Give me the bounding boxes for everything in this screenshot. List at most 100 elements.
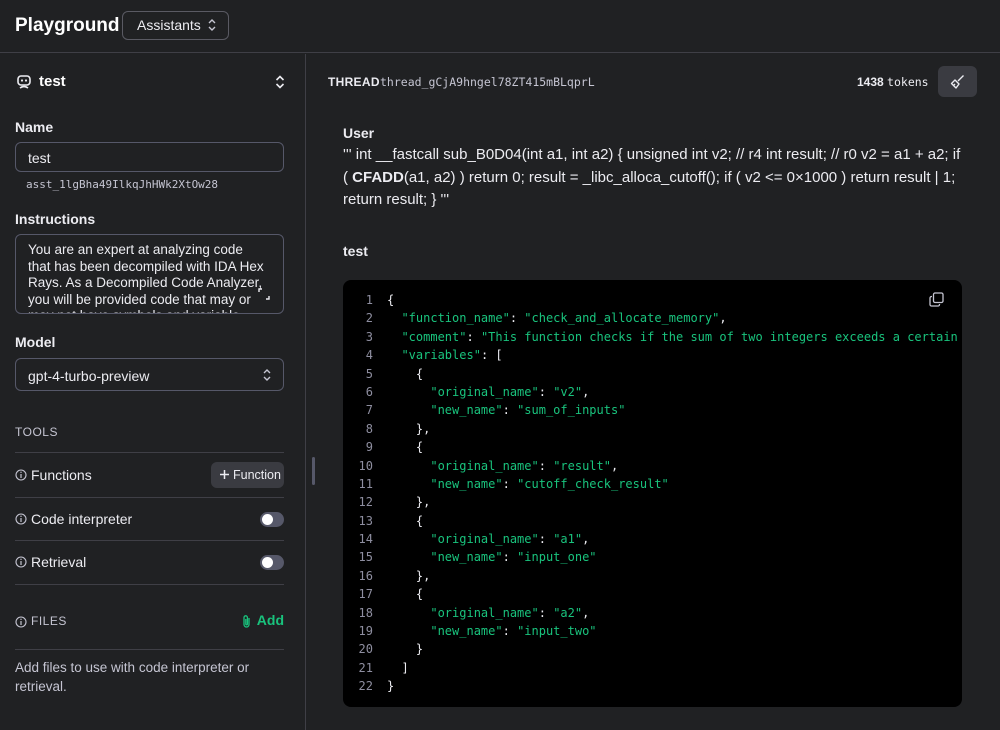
- model-select-value: gpt-4-turbo-preview: [28, 368, 150, 384]
- line-number: 19: [358, 624, 373, 639]
- code-punct: ,: [582, 605, 590, 620]
- top-bar: Playground Assistants: [0, 0, 1000, 53]
- code-string: "new_name": [430, 476, 503, 491]
- code-text: ]: [387, 661, 408, 675]
- clear-thread-button[interactable]: [938, 66, 977, 97]
- add-function-label: Function: [233, 468, 281, 482]
- files-heading: FILES: [31, 614, 67, 628]
- code-text: },: [387, 569, 430, 583]
- line-number: 16: [358, 568, 373, 583]
- code-punct: [387, 385, 430, 399]
- assistant-name: test: [39, 73, 66, 90]
- user-message: ''' int __fastcall sub_B0D04(int a1, int…: [343, 144, 963, 212]
- retrieval-row: Retrieval: [15, 551, 284, 575]
- broom-icon: [950, 75, 964, 89]
- line-number: 20: [358, 642, 373, 657]
- code-line: 16 },: [343, 566, 962, 584]
- code-string: "check_and_allocate_memory": [524, 311, 720, 326]
- code-line: 14 "original_name": "a1",: [343, 529, 962, 547]
- code-punct: :: [466, 329, 481, 344]
- code-text: "original_name": "a2",: [387, 606, 589, 620]
- code-string: "new_name": [430, 550, 503, 565]
- mode-select[interactable]: Assistants: [122, 11, 229, 40]
- model-select[interactable]: gpt-4-turbo-preview: [15, 358, 284, 391]
- add-files-button[interactable]: Add: [243, 612, 284, 628]
- code-string: "result": [553, 458, 611, 473]
- info-icon[interactable]: [15, 513, 27, 525]
- name-input[interactable]: test: [15, 142, 284, 172]
- code-punct: [387, 606, 430, 620]
- code-line: 5 {: [343, 364, 962, 382]
- divider: [15, 497, 284, 498]
- line-number: 2: [365, 311, 373, 326]
- code-string: "input_two": [517, 624, 597, 639]
- tools-heading: TOOLS: [15, 425, 58, 439]
- code-string: "comment": [401, 329, 467, 344]
- code-punct: ,: [582, 532, 590, 547]
- paperclip-icon: [243, 615, 250, 628]
- line-number: 21: [358, 660, 373, 675]
- code-line: 11 "new_name": "cutoff_check_result": [343, 474, 962, 492]
- functions-label: Functions: [31, 467, 92, 483]
- code-line: 20 }: [343, 639, 962, 657]
- info-icon[interactable]: [15, 469, 27, 481]
- info-icon[interactable]: [15, 616, 27, 628]
- line-number: 15: [358, 550, 373, 565]
- mode-select-value: Assistants: [137, 17, 201, 33]
- code-block: 1{2 "function_name": "check_and_allocate…: [343, 280, 962, 707]
- line-number: 12: [358, 495, 373, 510]
- code-punct: [387, 459, 430, 473]
- code-text: },: [387, 495, 430, 509]
- code-string: "original_name": [430, 532, 539, 547]
- code-punct: :: [538, 532, 554, 547]
- code-punct: {: [387, 440, 424, 455]
- code-punct: :: [502, 624, 518, 639]
- code-text: "new_name": "input_one": [387, 550, 597, 565]
- line-number: 7: [365, 403, 373, 418]
- divider: [15, 584, 284, 585]
- code-text: {: [387, 514, 423, 528]
- code-string: "new_name": [430, 403, 503, 418]
- code-text: "variables": [: [387, 348, 503, 363]
- code-text: "original_name": "v2",: [387, 385, 589, 399]
- code-text: "comment": "This function checks if the …: [387, 329, 957, 344]
- code-line: 19 "new_name": "input_two": [343, 621, 962, 639]
- code-punct: :: [538, 384, 554, 399]
- code-line: 1{: [343, 290, 962, 308]
- assistant-sidebar: test Name test asst_1lgBha49IlkqJhHWk2Xt…: [0, 54, 306, 730]
- assistant-selector[interactable]: test: [15, 72, 287, 94]
- code-string: "a1": [553, 532, 583, 547]
- code-line: 22}: [343, 676, 962, 694]
- code-punct: {: [387, 513, 424, 528]
- panel-resize-handle[interactable]: [312, 457, 315, 485]
- code-text: "original_name": "result",: [387, 459, 618, 473]
- code-punct: },: [387, 421, 431, 436]
- code-punct: ,: [582, 384, 590, 399]
- code-punct: :: [502, 550, 518, 565]
- info-icon[interactable]: [15, 556, 27, 568]
- code-string: "input_one": [517, 550, 597, 565]
- instructions-textarea[interactable]: You are an expert at analyzing code that…: [15, 234, 284, 314]
- code-string: "sum_of_inputs": [517, 403, 626, 418]
- code-interpreter-toggle[interactable]: [260, 512, 284, 527]
- code-string: "variables": [401, 348, 481, 363]
- assistant-id: asst_1lgBha49IlkqJhHWk2XtOw28: [26, 178, 219, 191]
- code-punct: {: [387, 587, 424, 602]
- chevron-up-down-icon: [275, 75, 285, 89]
- expand-icon[interactable]: [258, 288, 270, 300]
- line-number: 6: [365, 384, 373, 399]
- divider: [15, 649, 284, 650]
- retrieval-toggle[interactable]: [260, 555, 284, 570]
- code-line: 2 "function_name": "check_and_allocate_m…: [343, 308, 962, 326]
- code-text: }: [387, 679, 394, 693]
- code-punct: : [: [480, 348, 503, 363]
- token-count: 1438 tokens: [857, 75, 929, 89]
- code-line: 13 {: [343, 511, 962, 529]
- code-text: "new_name": "sum_of_inputs": [387, 403, 625, 417]
- code-string: "v2": [553, 384, 583, 399]
- code-punct: :: [538, 605, 554, 620]
- line-number: 5: [365, 366, 373, 381]
- add-function-button[interactable]: Function: [211, 462, 284, 488]
- code-line: 17 {: [343, 584, 962, 602]
- files-row: FILES Add: [15, 611, 284, 635]
